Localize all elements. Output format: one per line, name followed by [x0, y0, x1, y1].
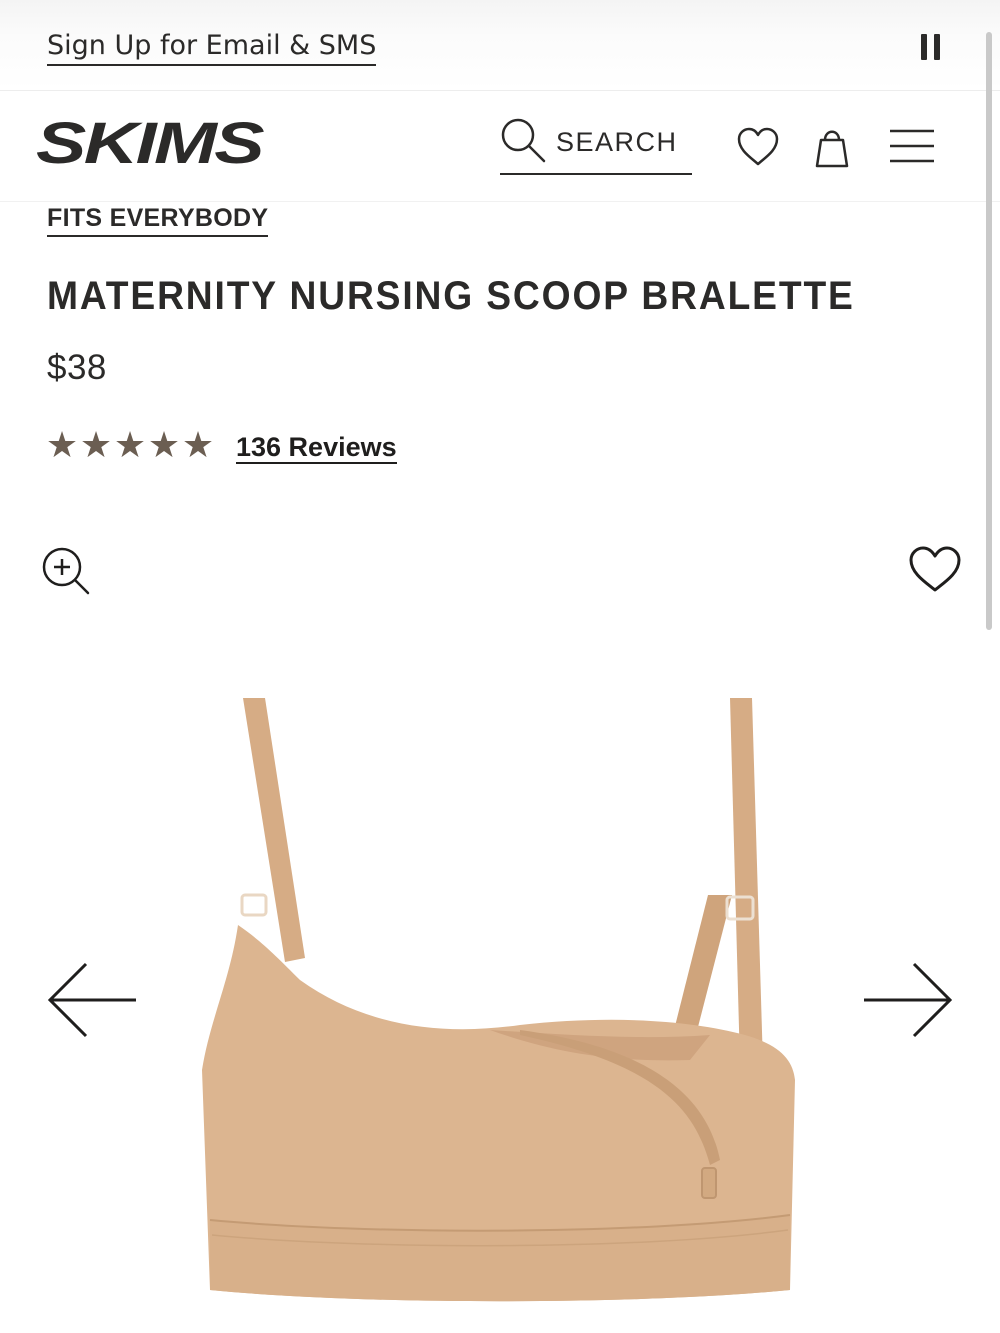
- search-label: SEARCH: [556, 127, 678, 157]
- bag-icon[interactable]: [810, 123, 854, 169]
- product-price: $38: [47, 348, 107, 387]
- star-icon: ★: [181, 425, 215, 466]
- email-sms-signup-link[interactable]: Sign Up for Email & SMS: [47, 30, 377, 66]
- zoom-in-icon[interactable]: [40, 545, 92, 597]
- rating-stars[interactable]: ★★★★★: [45, 428, 215, 464]
- arrow-left-icon[interactable]: [46, 960, 140, 1040]
- product-image[interactable]: [190, 690, 810, 1333]
- product-title: MATERNITY NURSING SCOOP BRALETTE: [47, 274, 855, 318]
- collection-link[interactable]: FITS EVERYBODY: [47, 204, 269, 237]
- pause-icon[interactable]: [915, 30, 945, 64]
- search-button[interactable]: SEARCH: [500, 115, 692, 175]
- star-icon: ★: [79, 425, 113, 466]
- promo-bar: Sign Up for Email & SMS: [0, 0, 1000, 91]
- page-scrollbar[interactable]: [986, 32, 992, 630]
- star-icon: ★: [113, 425, 147, 466]
- star-icon: ★: [45, 425, 79, 466]
- logo-text: SKIMS: [36, 113, 265, 173]
- arrow-right-icon[interactable]: [860, 960, 954, 1040]
- skims-logo[interactable]: SKIMS: [36, 113, 266, 173]
- reviews-link[interactable]: 136 Reviews: [236, 432, 397, 464]
- search-icon: [501, 118, 546, 163]
- site-header: SKIMS SEARCH: [0, 91, 1000, 202]
- heart-icon[interactable]: [736, 125, 780, 169]
- heart-icon[interactable]: [908, 545, 962, 595]
- menu-icon[interactable]: [888, 127, 936, 165]
- star-icon: ★: [147, 425, 181, 466]
